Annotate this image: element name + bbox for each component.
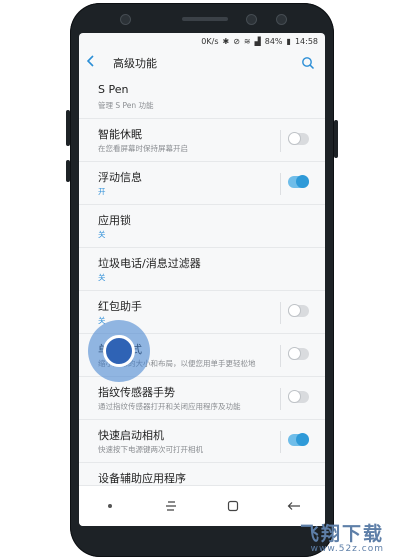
toggle-switch[interactable] [288, 433, 309, 446]
signal-icon: ▟ [254, 36, 261, 46]
bluetooth-icon: ✱ [222, 36, 230, 46]
setting-title: 设备辅助应用程序 [98, 472, 186, 485]
row-divider [280, 173, 281, 195]
network-speed: 0K/s [201, 36, 219, 46]
setting-title: 红包助手 [98, 300, 142, 313]
touch-point [103, 335, 135, 367]
mute-icon: ⊘ [233, 36, 240, 46]
setting-subtitle: 快速按下电源键两次可打开相机 [98, 445, 203, 454]
setting-subtitle: 在您看屏幕时保持屏幕开启 [98, 144, 188, 153]
navigation-bar [79, 485, 325, 526]
screen: 0K/s ✱ ⊘ ≋ ▟ 84% ▮ 14:58 高级功能 S Pen 管理 S … [79, 33, 325, 526]
settings-row[interactable]: S Pen 管理 S Pen 功能 [79, 76, 325, 119]
row-divider [280, 302, 281, 324]
watermark-url: www.52z.com [310, 544, 384, 554]
setting-title: 应用锁 [98, 214, 131, 227]
toggle-knob [288, 304, 301, 317]
toggle-switch[interactable] [288, 390, 309, 403]
row-divider [280, 130, 281, 152]
app-bar: 高级功能 [79, 49, 325, 76]
setting-subtitle: 关 [98, 230, 106, 239]
toggle-knob [288, 132, 301, 145]
watermark-brand: 飞翔下载 [299, 523, 384, 545]
back-arrow-icon[interactable] [86, 54, 107, 71]
battery-percent: 84% [264, 36, 283, 46]
home-button-icon[interactable] [221, 494, 245, 518]
clock: 14:58 [294, 36, 318, 46]
settings-row[interactable]: 智能休眠在您看屏幕时保持屏幕开启 [79, 119, 325, 162]
setting-title: 快速启动相机 [98, 429, 164, 442]
dot-indicator-icon [98, 494, 122, 518]
settings-row[interactable]: 快速启动相机快速按下电源键两次可打开相机 [79, 420, 325, 463]
setting-subtitle: 关 [98, 273, 106, 282]
setting-subtitle: 开 [98, 187, 106, 196]
recents-button-icon[interactable] [159, 494, 183, 518]
toggle-switch[interactable] [288, 347, 309, 360]
status-bar: 0K/s ✱ ⊘ ≋ ▟ 84% ▮ 14:58 [79, 33, 325, 49]
toggle-knob [296, 433, 309, 446]
wifi-icon: ≋ [243, 36, 251, 46]
settings-row[interactable]: 垃圾电话/消息过滤器关 [79, 248, 325, 291]
page-title: 高级功能 [113, 56, 157, 70]
back-button-icon[interactable] [282, 494, 306, 518]
row-divider [280, 345, 281, 367]
setting-title: 智能休眠 [98, 128, 142, 141]
row-divider [280, 388, 281, 410]
setting-title: 浮动信息 [98, 171, 142, 184]
sensor-icon [246, 14, 257, 25]
settings-row[interactable]: 浮动信息开 [79, 162, 325, 205]
toggle-switch[interactable] [288, 175, 309, 188]
phone-body: 0K/s ✱ ⊘ ≋ ▟ 84% ▮ 14:58 高级功能 S Pen 管理 S … [70, 3, 334, 557]
toggle-switch[interactable] [288, 132, 309, 145]
settings-row[interactable]: 指纹传感器手势通过指纹传感器打开和关闭应用程序及功能 [79, 377, 325, 420]
setting-subtitle: 通过指纹传感器打开和关闭应用程序及功能 [98, 402, 241, 411]
earpiece-speaker [182, 17, 228, 21]
toggle-knob [296, 175, 309, 188]
settings-list: S Pen 管理 S Pen 功能智能休眠在您看屏幕时保持屏幕开启浮动信息开应用锁… [79, 76, 325, 506]
iris-scanner-icon [276, 14, 287, 25]
toggle-switch[interactable] [288, 304, 309, 317]
row-divider [280, 431, 281, 453]
touch-indicator [88, 320, 150, 382]
setting-title: 指纹传感器手势 [98, 386, 175, 399]
top-bezel [70, 3, 334, 33]
watermark: 飞翔下载 www.52z.com [300, 519, 384, 554]
search-icon[interactable] [301, 55, 315, 70]
power-button [334, 120, 338, 158]
battery-icon: ▮ [286, 36, 291, 46]
toggle-knob [288, 390, 301, 403]
setting-subtitle: 管理 S Pen 功能 [98, 101, 154, 110]
setting-title: 垃圾电话/消息过滤器 [98, 257, 201, 270]
toggle-knob [288, 347, 301, 360]
settings-row[interactable]: 应用锁关 [79, 205, 325, 248]
front-camera-icon [120, 14, 131, 25]
setting-title: S Pen [98, 83, 129, 96]
